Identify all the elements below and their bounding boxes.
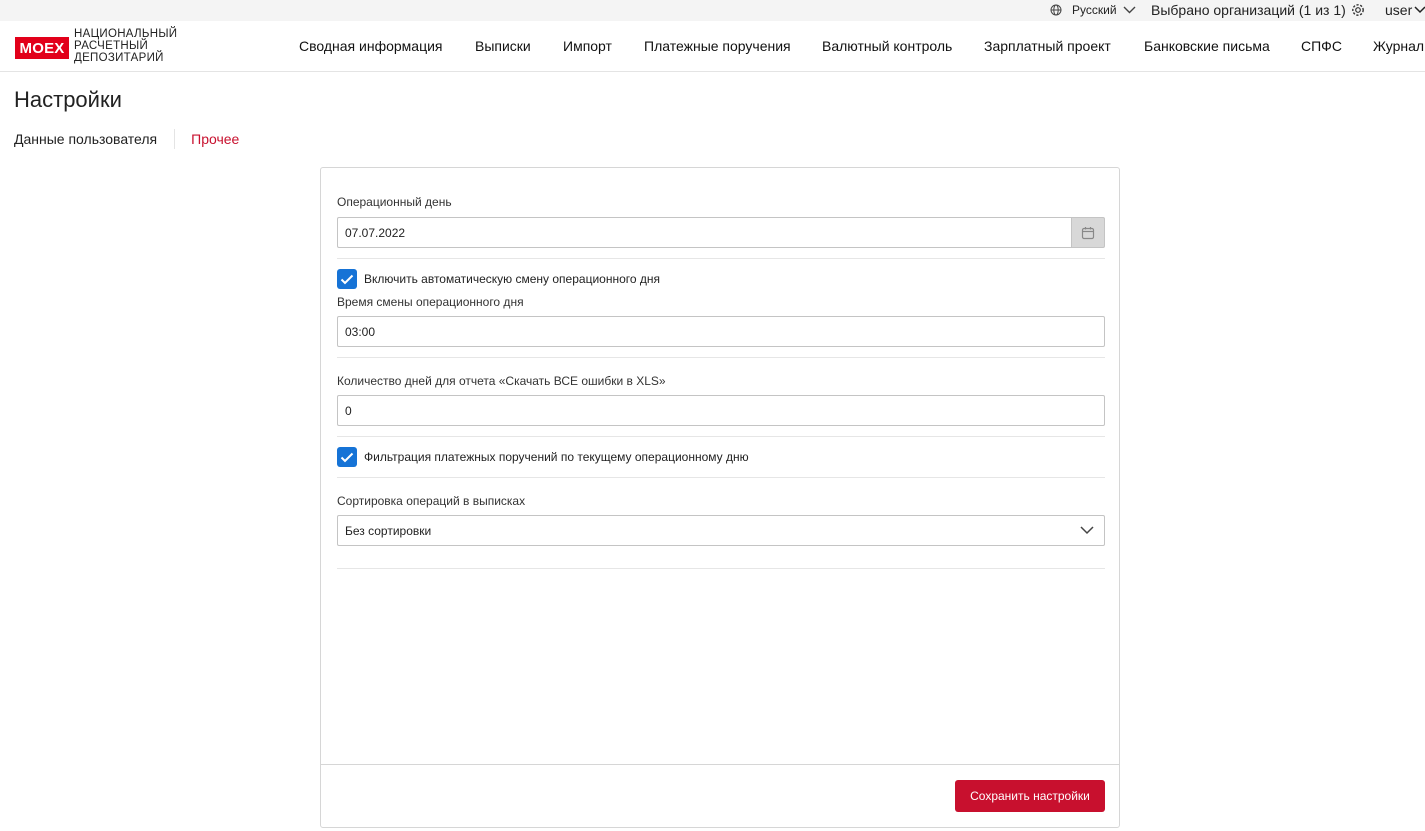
language-selector[interactable]: Русский — [1050, 3, 1146, 17]
auto-change-row[interactable]: Включить автоматическую смену операционн… — [337, 269, 660, 289]
chevron-down-icon — [1080, 526, 1094, 535]
calendar-icon — [1081, 226, 1095, 239]
chevron-down-icon — [1414, 6, 1425, 14]
nav-item-spfs[interactable]: СПФС — [1301, 38, 1342, 54]
filter-label: Фильтрация платежных поручений по текуще… — [364, 450, 749, 464]
tab-other[interactable]: Прочее — [191, 131, 239, 147]
op-day-input[interactable]: 07.07.2022 — [337, 217, 1072, 248]
nav-item-statements[interactable]: Выписки — [475, 38, 531, 54]
days-input[interactable]: 0 — [337, 395, 1105, 426]
nav-item-bank-letters[interactable]: Банковские письма — [1144, 38, 1270, 54]
section-divider — [337, 436, 1105, 437]
logo-text: НАЦИОНАЛЬНЫЙ РАСЧЕТНЫЙ ДЕПОЗИТАРИЙ — [74, 28, 177, 64]
sort-select[interactable]: Без сортировки — [337, 515, 1105, 546]
section-divider — [337, 357, 1105, 358]
op-day-label: Операционный день — [337, 195, 452, 209]
page-title: Настройки — [14, 87, 122, 112]
checkmark-icon — [340, 452, 354, 462]
user-name: user — [1385, 2, 1413, 18]
checkmark-icon — [340, 274, 354, 284]
calendar-button[interactable] — [1071, 217, 1105, 248]
nav-item-salary-project[interactable]: Зарплатный проект — [984, 38, 1111, 54]
user-menu[interactable]: user — [1385, 2, 1425, 18]
change-time-input[interactable]: 03:00 — [337, 316, 1105, 347]
nav-item-summary[interactable]: Сводная информация — [299, 38, 443, 54]
moex-logo[interactable]: MOEX НАЦИОНАЛЬНЫЙ РАСЧЕТНЫЙ ДЕПОЗИТАРИЙ — [15, 28, 177, 64]
save-settings-button[interactable]: Сохранить настройки — [955, 780, 1105, 812]
settings-card: Операционный день 07.07.2022 Включить ав… — [320, 167, 1120, 828]
org-selector[interactable]: Выбрано организаций (1 из 1) — [1151, 2, 1365, 18]
sort-selected-value: Без сортировки — [345, 523, 432, 538]
gear-icon[interactable] — [1351, 3, 1365, 17]
section-divider — [337, 477, 1105, 478]
logo-line-2: РАСЧЕТНЫЙ — [74, 40, 149, 52]
filter-row[interactable]: Фильтрация платежных поручений по текуще… — [337, 447, 749, 467]
filter-checkbox[interactable] — [337, 447, 357, 467]
change-time-label: Время смены операционного дня — [337, 295, 524, 309]
logo-brand: MOEX — [15, 37, 69, 59]
main-header: MOEX НАЦИОНАЛЬНЫЙ РАСЧЕТНЫЙ ДЕПОЗИТАРИЙ … — [0, 21, 1425, 72]
top-utility-bar: Русский Выбрано организаций (1 из 1) use… — [0, 0, 1425, 21]
nav-item-import[interactable]: Импорт — [563, 38, 612, 54]
sort-label: Сортировка операций в выписках — [337, 494, 526, 508]
tab-divider — [174, 129, 176, 149]
nav-item-currency-control[interactable]: Валютный контроль — [822, 38, 952, 54]
language-label: Русский — [1072, 3, 1117, 17]
auto-change-label: Включить автоматическую смену операционн… — [364, 272, 660, 286]
org-count-label: Выбрано организаций (1 из 1) — [1151, 2, 1346, 18]
card-footer-divider — [321, 764, 1119, 765]
section-divider — [337, 258, 1105, 259]
auto-change-checkbox[interactable] — [337, 269, 357, 289]
settings-tabs: Данные пользователя Прочее — [14, 129, 239, 149]
section-divider — [337, 568, 1105, 569]
logo-line-1: НАЦИОНАЛЬНЫЙ — [74, 28, 178, 40]
nav-item-payment-orders[interactable]: Платежные поручения — [644, 38, 791, 54]
days-label: Количество дней для отчета «Скачать ВСЕ … — [337, 374, 666, 388]
chevron-down-icon — [1123, 6, 1136, 14]
nav-item-journal[interactable]: Журнал — [1373, 38, 1424, 54]
tab-user-data[interactable]: Данные пользователя — [14, 131, 157, 147]
logo-line-3: ДЕПОЗИТАРИЙ — [74, 52, 164, 64]
globe-icon — [1050, 4, 1062, 16]
